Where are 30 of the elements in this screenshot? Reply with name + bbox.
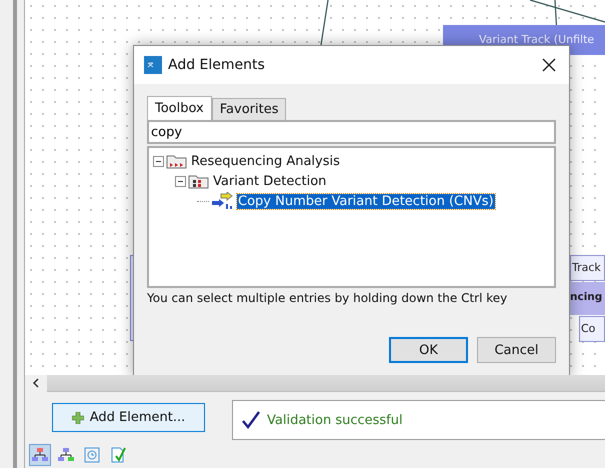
validation-message: Validation successful xyxy=(267,412,403,428)
node-title: ncing xyxy=(570,282,605,315)
chevron-left-icon xyxy=(32,378,40,388)
collapse-toggle[interactable] xyxy=(153,156,164,166)
close-icon xyxy=(542,58,556,72)
tree-item[interactable]: Resequencing Analysis xyxy=(190,154,341,168)
collapse-toggle[interactable] xyxy=(175,176,186,186)
tree-item[interactable]: Variant Detection xyxy=(212,174,328,188)
scroll-left-button[interactable] xyxy=(25,374,47,392)
hint-text: You can select multiple entries by holding down the Ctrl key xyxy=(147,291,508,305)
connector-line xyxy=(320,0,329,46)
search-field[interactable]: copy xyxy=(147,120,556,144)
node-port: Co xyxy=(579,316,605,342)
check-icon xyxy=(241,411,261,429)
dialog-title: Add Elements xyxy=(168,57,266,73)
add-element-button[interactable]: Add Element... xyxy=(52,403,205,432)
dialog-button[interactable]: Cancel xyxy=(477,337,556,363)
check-document-icon xyxy=(110,447,126,463)
node-port: Track xyxy=(570,255,605,281)
plus-icon xyxy=(72,412,84,424)
tab[interactable]: Toolbox xyxy=(147,96,212,120)
view-button[interactable] xyxy=(29,444,51,466)
tree-diagram-icon xyxy=(32,447,48,463)
list-diagram-icon xyxy=(58,447,74,463)
tree-item[interactable]: Copy Number Variant Detection (CNVs) xyxy=(237,194,495,208)
arrows-chart-icon xyxy=(211,192,235,210)
clock-icon xyxy=(84,447,100,463)
app-logo-icon xyxy=(144,56,162,74)
dialog-button[interactable]: OK xyxy=(389,337,468,363)
tab[interactable]: Favorites xyxy=(212,98,286,120)
